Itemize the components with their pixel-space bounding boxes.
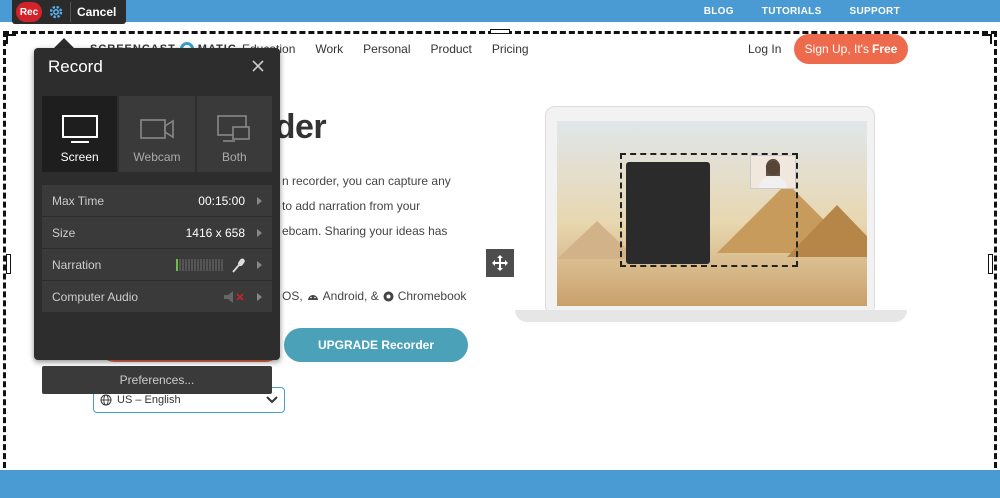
nav-support[interactable]: SUPPORT xyxy=(850,6,900,17)
nav-blog[interactable]: BLOG xyxy=(704,6,734,17)
chevron-right-icon xyxy=(257,228,262,237)
nav-personal[interactable]: Personal xyxy=(363,42,410,56)
signup-label-bold: Free xyxy=(871,42,898,56)
computer-audio-label: Computer Audio xyxy=(52,289,139,304)
android-icon xyxy=(307,295,318,300)
mode-webcam[interactable]: Webcam xyxy=(119,96,195,172)
move-handle-icon[interactable] xyxy=(486,249,514,277)
rec-button[interactable]: Rec xyxy=(16,2,42,22)
bottom-bar xyxy=(0,470,1000,498)
mode-both[interactable]: Both xyxy=(196,96,272,172)
monitor-webcam-icon xyxy=(217,115,251,142)
record-panel-title: Record xyxy=(48,57,103,76)
chevron-right-icon xyxy=(257,196,262,205)
resize-corner-top-left[interactable] xyxy=(6,34,16,44)
nav-pricing[interactable]: Pricing xyxy=(492,42,529,56)
platform-os: OS, xyxy=(282,289,303,303)
recorder-toolbar: Rec Cancel xyxy=(12,0,126,24)
mode-both-label: Both xyxy=(221,150,247,164)
globe-icon xyxy=(100,394,112,406)
mode-webcam-label: Webcam xyxy=(133,150,181,164)
webcam-icon xyxy=(140,119,174,139)
cancel-button[interactable]: Cancel xyxy=(70,2,116,22)
resize-handle-right[interactable] xyxy=(988,254,993,274)
mini-webcam-preview xyxy=(750,155,796,189)
narration-label: Narration xyxy=(52,257,102,272)
panel-pointer xyxy=(54,38,74,48)
record-settings: Max Time 00:15:00 Size 1416 x 658 Narrat… xyxy=(42,185,272,313)
site-nav: Education Work Personal Product Pricing xyxy=(242,42,529,56)
language-value: US – English xyxy=(117,394,181,406)
top-nav: BLOG TUTORIALS SUPPORT xyxy=(704,0,900,22)
nav-work[interactable]: Work xyxy=(315,42,343,56)
chevron-right-icon xyxy=(257,292,262,301)
speaker-muted-icon[interactable] xyxy=(223,290,245,304)
mini-record-panel xyxy=(626,162,710,264)
login-link[interactable]: Log In xyxy=(748,42,781,56)
gear-icon[interactable] xyxy=(46,2,66,22)
mode-screen-label: Screen xyxy=(60,150,99,164)
signup-label: Sign Up, It's xyxy=(804,42,869,56)
size-row[interactable]: Size 1416 x 658 xyxy=(42,217,272,248)
chrome-icon xyxy=(383,291,394,301)
laptop-base xyxy=(515,310,907,322)
audio-level-meter xyxy=(176,258,223,271)
monitor-icon xyxy=(61,115,98,143)
resize-handle-top[interactable] xyxy=(490,29,510,34)
preferences-button[interactable]: Preferences... xyxy=(42,366,272,394)
close-icon[interactable] xyxy=(250,58,266,74)
size-label: Size xyxy=(52,225,76,240)
record-panel: Record Screen Webcam Both Max Time 00:15… xyxy=(34,48,280,394)
max-time-value: 00:15:00 xyxy=(198,193,245,208)
microphone-icon[interactable] xyxy=(231,257,245,273)
upgrade-button[interactable]: UPGRADE Recorder xyxy=(284,328,468,362)
record-mode-selector: Screen Webcam Both xyxy=(42,96,272,172)
computer-audio-row[interactable]: Computer Audio xyxy=(42,281,272,312)
max-time-label: Max Time xyxy=(52,193,105,208)
hero-text-line-2: to add narration from your xyxy=(282,199,421,213)
size-value: 1416 x 658 xyxy=(185,225,245,240)
mode-screen[interactable]: Screen xyxy=(42,96,118,172)
signup-button[interactable]: Sign Up, It's Free xyxy=(794,34,908,64)
chevron-right-icon xyxy=(257,260,262,269)
nav-product[interactable]: Product xyxy=(431,42,472,56)
hero-text-line-3: ebcam. Sharing your ideas has xyxy=(282,224,448,238)
max-time-row[interactable]: Max Time 00:15:00 xyxy=(42,185,272,216)
hero-text-line-1: n recorder, you can capture any xyxy=(282,174,451,188)
nav-tutorials[interactable]: TUTORIALS xyxy=(762,6,822,17)
platforms-line: OS, Android, & Chromebook xyxy=(282,289,466,303)
platform-chromebook: Chromebook xyxy=(397,289,467,303)
narration-row[interactable]: Narration xyxy=(42,249,272,280)
platform-android: Android, & xyxy=(322,289,379,303)
resize-handle-left[interactable] xyxy=(6,254,11,274)
resize-corner-top-right[interactable] xyxy=(982,34,992,44)
chevron-down-icon xyxy=(266,396,278,404)
